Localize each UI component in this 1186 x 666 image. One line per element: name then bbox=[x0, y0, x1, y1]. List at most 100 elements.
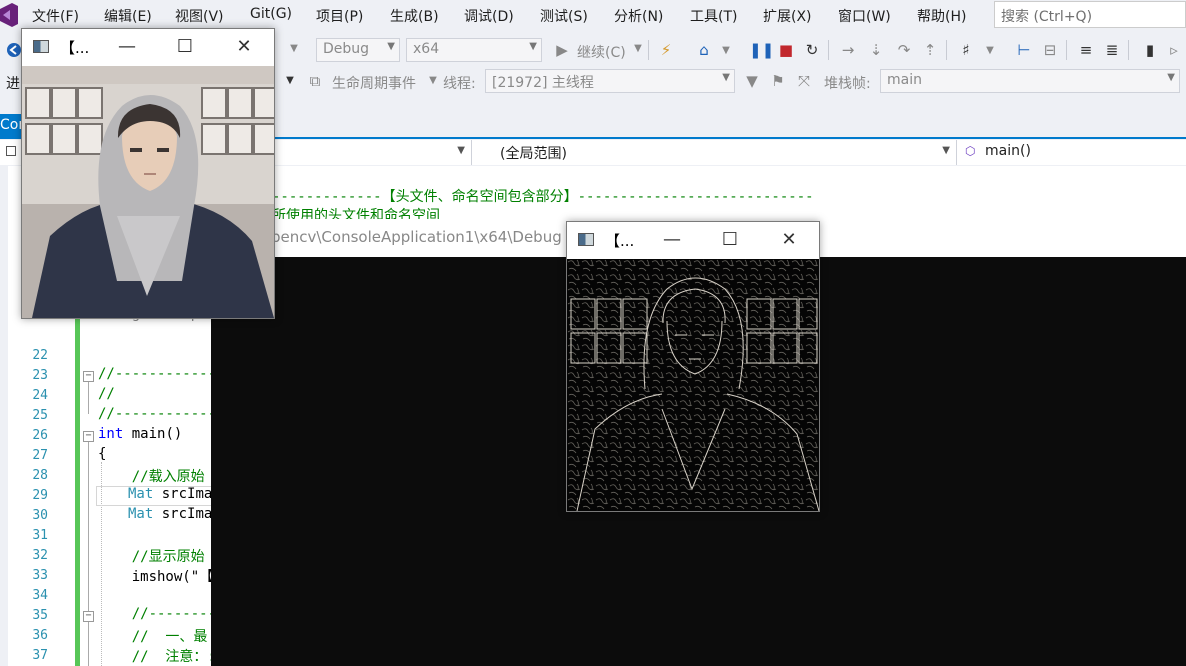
break-all-icon[interactable]: ❚❚ bbox=[749, 40, 774, 60]
function-select[interactable]: ⬡ main() bbox=[957, 140, 1186, 165]
window-title: 【... bbox=[605, 232, 635, 250]
solution-config-select[interactable]: Debug ▼ bbox=[316, 38, 400, 62]
solution-config-value: Debug bbox=[323, 41, 370, 57]
menu-build[interactable]: 生成(B) bbox=[390, 6, 439, 26]
platform-select[interactable]: x64 ▼ bbox=[406, 38, 542, 62]
platform-value: x64 bbox=[413, 41, 440, 57]
threads-icon[interactable]: ⊢ bbox=[1014, 40, 1034, 60]
show-next-statement-icon[interactable]: → bbox=[838, 40, 858, 60]
chevron-down-icon: ▼ bbox=[722, 72, 730, 83]
menu-edit[interactable]: 编辑(E) bbox=[104, 6, 152, 26]
insights-dropdown-icon[interactable]: ▼ bbox=[716, 41, 736, 61]
menu-git[interactable]: Git(G) bbox=[250, 6, 292, 22]
navigate-back-icon[interactable] bbox=[6, 42, 22, 58]
process-label: 进 bbox=[6, 76, 20, 92]
bookmark-icon[interactable]: ▮ bbox=[1140, 40, 1160, 60]
keyword-int: int bbox=[98, 426, 124, 442]
fold-toggle[interactable]: − bbox=[83, 371, 94, 382]
window-titlebar[interactable]: 【... — ☐ ✕ bbox=[567, 222, 819, 259]
dropdown-arrow-icon[interactable]: ▼ bbox=[284, 39, 304, 59]
menu-bar: 文件(F) 编辑(E) 视图(V) Git(G) 项目(P) 生成(B) 调试(… bbox=[0, 0, 1186, 31]
stop-debugging-icon[interactable]: ■ bbox=[776, 40, 796, 60]
code-line: //载入原始 bbox=[98, 469, 205, 485]
search-input[interactable]: 搜索 (Ctrl+Q) bbox=[994, 1, 1186, 28]
continue-button[interactable]: 继续(C) bbox=[577, 42, 626, 62]
code-line: //--------- bbox=[98, 606, 225, 622]
flag-threads-icon[interactable]: ⊟ bbox=[1040, 40, 1060, 60]
menu-file[interactable]: 文件(F) bbox=[32, 6, 79, 26]
line-number: 35 bbox=[32, 608, 48, 623]
code-line: // 注意：: bbox=[98, 649, 216, 665]
menu-tools[interactable]: 工具(T) bbox=[690, 6, 737, 26]
menu-window[interactable]: 窗口(W) bbox=[838, 6, 891, 26]
menu-project[interactable]: 项目(P) bbox=[316, 6, 363, 26]
thread-value: [21972] 主线程 bbox=[492, 75, 594, 91]
line-number: 30 bbox=[32, 508, 48, 523]
menu-analyze[interactable]: 分析(N) bbox=[614, 6, 663, 26]
stackframe-value: main bbox=[887, 72, 922, 88]
line-number: 26 bbox=[32, 428, 48, 443]
chevron-down-icon: ▼ bbox=[387, 41, 395, 52]
hex-display-icon[interactable]: ♯ bbox=[956, 40, 976, 60]
continue-dropdown-icon[interactable]: ▼ bbox=[628, 39, 648, 59]
global-scope-select[interactable]: (全局范围) ▼ bbox=[472, 140, 957, 165]
line-number: 22 bbox=[32, 348, 48, 363]
outdent-icon[interactable]: ≣ bbox=[1102, 40, 1122, 60]
window-titlebar[interactable]: 【... — ☐ ✕ bbox=[22, 29, 274, 66]
line-number: 32 bbox=[32, 548, 48, 563]
header-section-comment: -------------【头文件、命名空间包含部分】-------------… bbox=[272, 189, 814, 205]
step-out-icon[interactable]: ⇡ bbox=[920, 40, 940, 60]
expand-callstack-icon[interactable]: ⤧ bbox=[794, 71, 814, 91]
line-number: 36 bbox=[32, 628, 48, 643]
portrait-image bbox=[22, 66, 274, 318]
edge-map-image bbox=[567, 259, 819, 511]
line-number: 34 bbox=[32, 588, 48, 603]
step-into-icon[interactable]: ⇣ bbox=[866, 40, 886, 60]
menu-debug[interactable]: 调试(D) bbox=[464, 6, 514, 26]
thread-select[interactable]: [21972] 主线程 ▼ bbox=[485, 69, 735, 93]
next-bookmark-icon[interactable]: ▹ bbox=[1164, 40, 1184, 60]
hex-dropdown-icon[interactable]: ▼ bbox=[980, 41, 1000, 61]
close-button[interactable]: ✕ bbox=[229, 33, 259, 61]
thread-label: 线程: bbox=[443, 76, 476, 92]
continue-play-icon[interactable]: ▶ bbox=[552, 40, 572, 60]
filter-threads-icon[interactable]: ▼ bbox=[742, 71, 762, 91]
maximize-button[interactable]: ☐ bbox=[170, 33, 200, 61]
application-insights-icon[interactable]: ⌂ bbox=[694, 40, 714, 60]
process-dropdown-icon[interactable]: ▼ bbox=[280, 71, 300, 91]
step-over-icon[interactable]: ↷ bbox=[894, 40, 914, 60]
minimize-button[interactable]: — bbox=[657, 226, 687, 254]
minimize-button[interactable]: — bbox=[112, 33, 142, 61]
code-line: //------------- bbox=[98, 366, 225, 382]
code-line: // bbox=[98, 386, 208, 402]
fold-toggle[interactable]: − bbox=[83, 431, 94, 442]
hot-reload-icon[interactable]: ⚡ bbox=[656, 40, 676, 60]
restart-icon[interactable]: ↻ bbox=[802, 40, 822, 60]
line-number: 29 bbox=[32, 488, 48, 503]
menu-extensions[interactable]: 扩展(X) bbox=[763, 6, 812, 26]
type-mat: Mat bbox=[128, 486, 154, 502]
stackframe-select[interactable]: main ▼ bbox=[880, 69, 1180, 93]
close-button[interactable]: ✕ bbox=[774, 226, 804, 254]
chevron-down-icon: ▼ bbox=[1167, 72, 1175, 83]
fold-toggle[interactable]: − bbox=[83, 611, 94, 622]
code-line: //------------- bbox=[98, 406, 225, 422]
lifecycle-events-button[interactable]: 生命周期事件 bbox=[332, 73, 416, 93]
original-image-window[interactable]: 【... — ☐ ✕ bbox=[21, 28, 275, 319]
line-number: 33 bbox=[32, 568, 48, 583]
maximize-button[interactable]: ☐ bbox=[715, 226, 745, 254]
code-line: //显示原始 bbox=[98, 549, 205, 565]
menu-test[interactable]: 测试(S) bbox=[540, 6, 588, 26]
window-title: 【... bbox=[60, 39, 90, 57]
lifecycle-events-icon[interactable]: ⧉ bbox=[305, 71, 325, 91]
show-flagged-threads-icon[interactable]: ⚑ bbox=[768, 71, 788, 91]
visual-studio-logo-icon[interactable] bbox=[0, 3, 18, 27]
function-value: main() bbox=[985, 143, 1031, 159]
menu-view[interactable]: 视图(V) bbox=[175, 6, 224, 26]
line-number: 37 bbox=[32, 648, 48, 663]
lifecycle-dropdown-icon[interactable]: ▼ bbox=[423, 71, 443, 91]
line-number: 31 bbox=[32, 528, 48, 543]
menu-help[interactable]: 帮助(H) bbox=[917, 6, 966, 26]
indent-icon[interactable]: ≡ bbox=[1076, 40, 1096, 60]
edge-image-window[interactable]: 【... — ☐ ✕ bbox=[566, 221, 820, 512]
